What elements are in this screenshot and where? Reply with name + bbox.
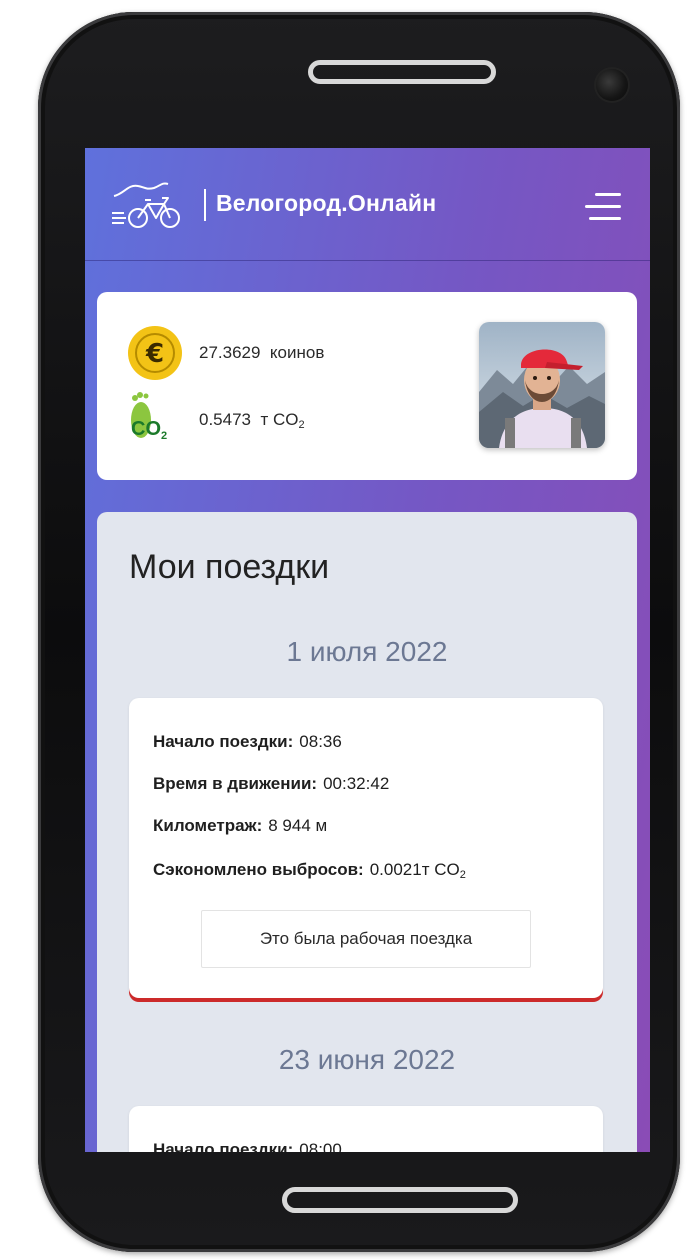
svg-text:€: € [145, 339, 164, 369]
trip-card: Начало поездки: 08:00 [129, 1106, 603, 1152]
svg-text:CO: CO [131, 418, 161, 440]
avatar[interactable] [479, 322, 605, 448]
trip-distance-label: Километраж: [153, 816, 263, 835]
co2-balance: 0.5473 т CO2 [199, 410, 305, 431]
hamburger-menu-icon[interactable] [585, 192, 621, 222]
trip-moving-value: 00:32:42 [323, 774, 390, 793]
trips-title: Мои поездки [129, 548, 330, 586]
coins-balance: 27.3629 коинов [199, 343, 324, 363]
trip-card: Начало поездки: 08:36 Время в движении: 00… [129, 698, 603, 998]
euro-coin-icon: € [128, 326, 182, 380]
trip-saved-subscript: 2 [459, 869, 466, 881]
app-title[interactable]: Велогород.Онлайн [216, 190, 436, 217]
phone-speaker [308, 60, 496, 84]
trip-date-heading: 1 июля 2022 [286, 636, 448, 667]
trip-start-row: Начало поездки: 08:36 [153, 732, 342, 752]
coins-amount: 27.3629 [199, 343, 261, 362]
app-header: Велогород.Онлайн [85, 148, 650, 261]
trip-saved-row: Сэкономлено выбросов: 0.0021т CO2 [153, 860, 466, 881]
work-trip-button[interactable]: Это была рабочая поездка [201, 910, 531, 968]
bicycle-logo-icon[interactable] [110, 178, 186, 230]
svg-text:2: 2 [161, 430, 167, 442]
trip-moving-label: Время в движении: [153, 774, 318, 793]
stats-card: € 27.3629 коинов CO 2 0.5473 т CO2 [97, 292, 637, 480]
trip-distance-row: Километраж: 8 944 м [153, 816, 327, 836]
co2-unit: т CO [260, 410, 299, 429]
logo-divider [204, 189, 206, 221]
footprint-co2-icon: CO 2 [131, 392, 167, 442]
my-trips-panel: Мои поездки 1 июля 2022 Начало поездки: 0… [97, 512, 637, 1152]
phone-camera [596, 69, 628, 101]
trip-start-value: 08:36 [299, 732, 342, 751]
trip-date-heading: 23 июня 2022 [278, 1044, 456, 1075]
trip-start-label: Начало поездки: [153, 732, 294, 751]
trip-saved-label: Сэкономлено выбросов: [153, 860, 364, 879]
trip-start-value: 08:00 [299, 1140, 342, 1152]
co2-amount: 0.5473 [199, 410, 251, 429]
phone-home-button[interactable] [282, 1187, 518, 1213]
trip-moving-row: Время в движении: 00:32:42 [153, 774, 389, 794]
trip-start-row: Начало поездки: 08:00 [153, 1140, 342, 1152]
coins-unit: коинов [269, 343, 325, 362]
trip-saved-value: 0.0021т CO [369, 860, 460, 879]
trip-start-label: Начало поездки: [153, 1140, 294, 1152]
app-screen: Велогород.Онлайн € 27.3629 коинов CO 2 0… [85, 148, 650, 1152]
trip-distance-value: 8 944 м [268, 816, 328, 835]
co2-unit-subscript: 2 [298, 419, 305, 431]
